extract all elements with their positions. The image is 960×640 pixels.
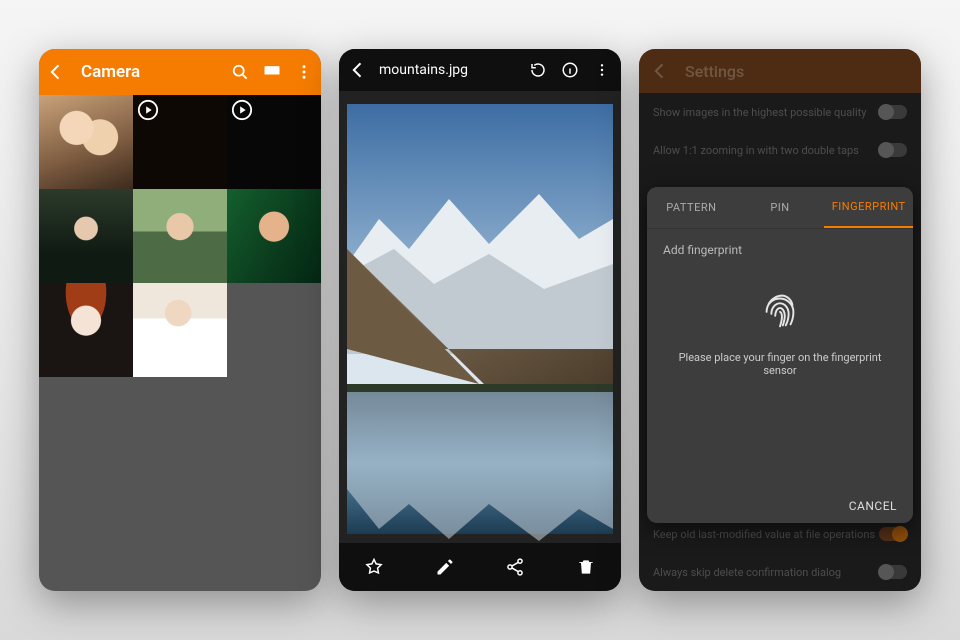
search-icon[interactable]	[229, 61, 251, 83]
toggle-on[interactable]	[879, 527, 907, 541]
grid-item[interactable]	[39, 283, 133, 377]
info-icon[interactable]	[559, 59, 581, 81]
tab-pin[interactable]: PIN	[736, 187, 825, 228]
app-bar-title: Camera	[81, 62, 219, 82]
overflow-menu-icon[interactable]	[591, 59, 613, 81]
play-icon	[231, 99, 253, 121]
view-mode-icon[interactable]	[261, 61, 283, 83]
play-icon	[137, 99, 159, 121]
toggle-off[interactable]	[879, 143, 907, 157]
rotate-icon[interactable]	[527, 59, 549, 81]
setting-row[interactable]: Always skip delete confirmation dialog	[639, 553, 921, 591]
dialog-instruction: Please place your finger on the fingerpr…	[663, 351, 897, 377]
image-viewer-screen: mountains.jpg	[339, 49, 621, 591]
grid-item[interactable]	[133, 283, 227, 377]
setting-label: Keep old last-modified value at file ope…	[653, 528, 875, 541]
toggle-off[interactable]	[879, 565, 907, 579]
delete-icon[interactable]	[575, 556, 597, 578]
app-bar: Camera	[39, 49, 321, 95]
overflow-menu-icon[interactable]	[293, 61, 315, 83]
dialog-subtitle: Add fingerprint	[663, 243, 742, 257]
setting-row[interactable]: Allow 1:1 zooming in with two double tap…	[639, 131, 921, 169]
security-dialog: PATTERN PIN FINGERPRINT Add fingerprint …	[647, 187, 913, 523]
app-bar: Settings	[639, 49, 921, 93]
grid-item[interactable]	[133, 95, 227, 189]
setting-label: Allow 1:1 zooming in with two double tap…	[653, 144, 859, 157]
dialog-tabs: PATTERN PIN FINGERPRINT	[647, 187, 913, 229]
setting-label: Show images in the highest possible qual…	[653, 106, 866, 119]
settings-screen: Settings Show images in the highest poss…	[639, 49, 921, 591]
dialog-body: Add fingerprint Please place your finger…	[647, 229, 913, 489]
back-icon[interactable]	[347, 59, 369, 81]
gallery-screen: Camera	[39, 49, 321, 591]
mountain-photo[interactable]	[339, 49, 621, 591]
viewer-bottom-bar	[339, 543, 621, 591]
grid-item[interactable]	[133, 189, 227, 283]
setting-label: Always skip delete confirmation dialog	[653, 566, 841, 579]
app-bar-title: Settings	[685, 62, 744, 81]
fingerprint-icon	[757, 287, 803, 337]
toggle-off[interactable]	[879, 105, 907, 119]
favorite-icon[interactable]	[363, 556, 385, 578]
photo-grid	[39, 95, 321, 377]
share-icon[interactable]	[504, 556, 526, 578]
back-icon[interactable]	[45, 61, 67, 83]
filename-label: mountains.jpg	[379, 62, 517, 78]
dialog-actions: CANCEL	[647, 489, 913, 523]
viewer-top-bar: mountains.jpg	[339, 49, 621, 91]
edit-icon[interactable]	[434, 556, 456, 578]
back-icon[interactable]	[649, 60, 671, 82]
grid-item[interactable]	[227, 189, 321, 283]
setting-row[interactable]: Show images in the highest possible qual…	[639, 93, 921, 131]
grid-item[interactable]	[39, 95, 133, 189]
cancel-button[interactable]: CANCEL	[849, 499, 897, 513]
tab-fingerprint[interactable]: FINGERPRINT	[824, 187, 913, 228]
tab-pattern[interactable]: PATTERN	[647, 187, 736, 228]
grid-item[interactable]	[227, 95, 321, 189]
grid-item[interactable]	[39, 189, 133, 283]
